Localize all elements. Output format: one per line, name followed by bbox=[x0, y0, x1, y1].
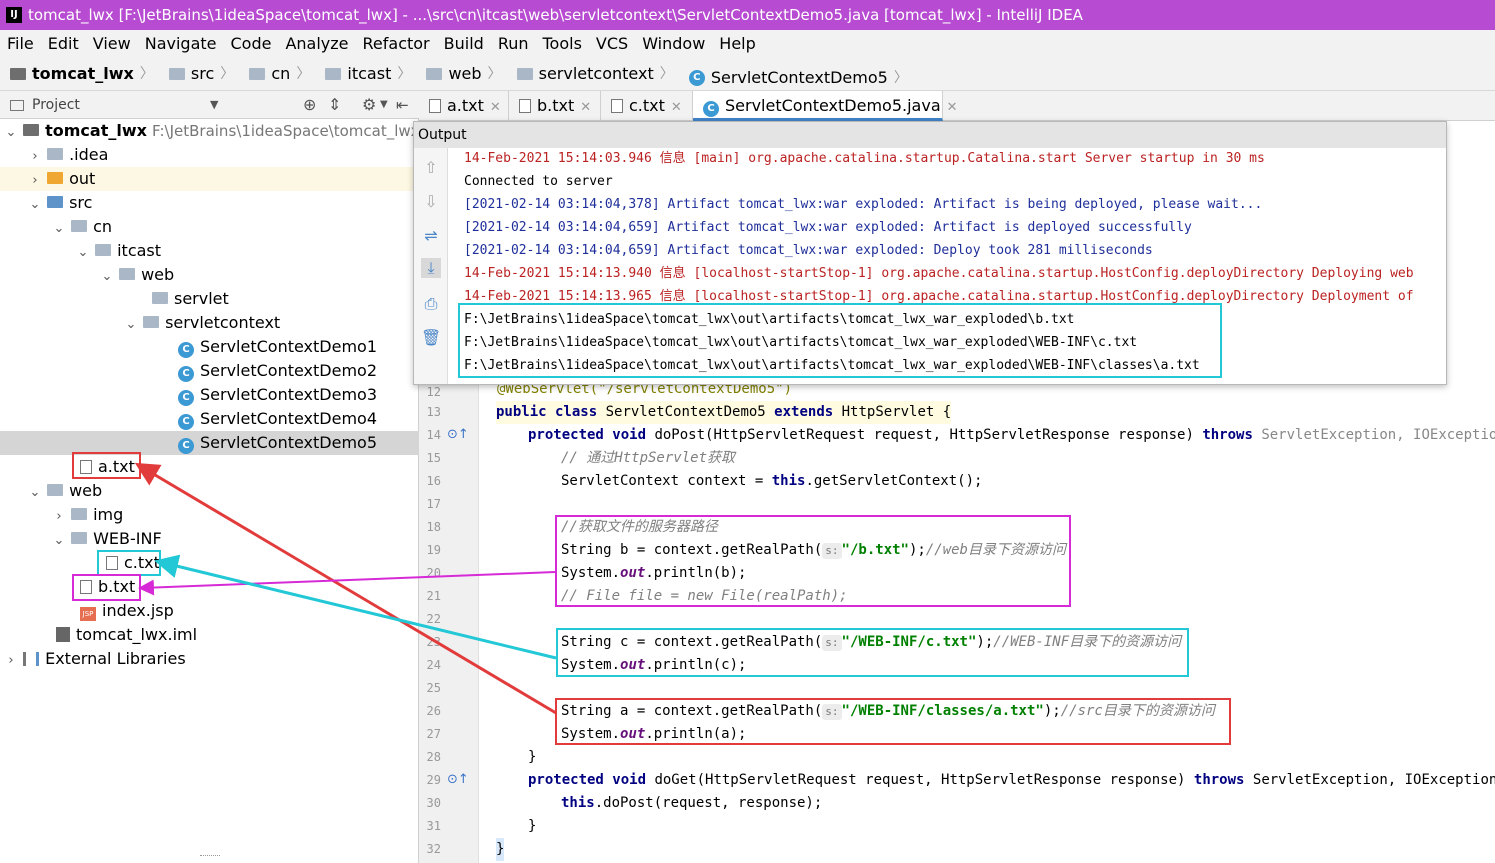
arrow-to-b-txt bbox=[138, 571, 556, 596]
arrow-to-c-txt bbox=[154, 554, 557, 660]
annotation-arrows bbox=[134, 462, 557, 715]
arrow-to-a-txt bbox=[134, 462, 557, 715]
ide-window: IJ tomcat_lwx [F:\JetBrains\1ideaSpace\t… bbox=[0, 0, 1495, 863]
